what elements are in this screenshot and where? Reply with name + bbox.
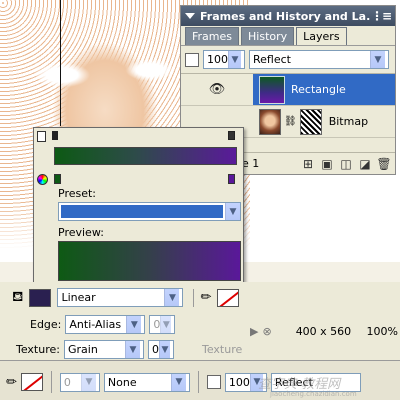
chevron-down-icon[interactable]: ▼ (160, 316, 172, 333)
divider (193, 288, 195, 307)
layer-mask-icon[interactable] (206, 375, 221, 389)
paint-bucket-icon: ⛾ (12, 288, 24, 305)
stop-icon[interactable]: ⊗ (262, 325, 271, 338)
gradient-preview (58, 241, 241, 281)
document-status-bar: ▶ ⊗ 400 x 560 100% (250, 322, 400, 340)
stroke-color-swatch[interactable] (20, 373, 43, 391)
panel-title: Frames and History and La... (200, 9, 371, 23)
preset-value (61, 205, 223, 218)
layer-selected-region[interactable]: Rectangle (253, 74, 395, 105)
layer-thumbnail (259, 108, 281, 135)
divider (197, 371, 199, 393)
preset-label: Preset: (58, 187, 97, 200)
link-icon[interactable]: ⛓ (284, 116, 297, 127)
canvas-size: 400 x 560 (295, 324, 352, 338)
chevron-down-icon[interactable]: ▼ (80, 373, 96, 391)
edge-row: Edge: Anti-Alias ▼ 0 ▼ (30, 315, 176, 334)
fill-row: ⛾ Linear ▼ ✏ (12, 288, 240, 307)
mask-icon[interactable]: ◪ (358, 157, 372, 171)
chevron-down-icon[interactable]: ▼ (225, 203, 240, 220)
canvas-guide-line (60, 0, 61, 126)
stroke-color-swatch[interactable] (217, 288, 240, 307)
blend-mode-select[interactable]: Reflect ▼ (249, 50, 389, 69)
new-layer-icon[interactable]: ▣ (320, 157, 334, 171)
eye-icon[interactable]: 👁 (181, 82, 253, 97)
edge-amount-field[interactable]: 0 ▼ (149, 315, 176, 334)
texture-amount-value: 0 (151, 343, 159, 356)
color-stop-icon[interactable] (54, 174, 61, 184)
texture-value: Grain (67, 343, 98, 356)
stroke-type-select[interactable]: None ▼ (103, 372, 190, 392)
pencil-icon: ✏ (6, 374, 17, 390)
edge-amount-value: 0 (153, 318, 161, 331)
layer-name: Rectangle (291, 83, 346, 96)
tab-frames[interactable]: Frames (185, 27, 240, 45)
color-stop-icon[interactable] (228, 174, 235, 184)
stroke-texture-label: Texture (201, 343, 243, 356)
tab-layers[interactable]: Layers (296, 27, 347, 45)
trash-icon[interactable]: 🗑 (376, 157, 391, 171)
gradient-ramp[interactable] (54, 147, 237, 165)
color-stop-left-icon[interactable] (37, 131, 46, 142)
stroke-size-value: 0 (63, 375, 71, 389)
play-icon[interactable]: ▶ (250, 325, 258, 338)
layer-name: Bitmap (328, 115, 369, 128)
stroke-size-field[interactable]: 0 ▼ (59, 372, 100, 392)
panel-options-icon[interactable]: ⋮≡ (371, 9, 392, 23)
new-sublayer-icon[interactable]: ⊞ (301, 157, 315, 171)
layer-opacity-field[interactable]: 100 ▼ (203, 50, 245, 69)
watermark-url: jiaocheng.chazidian.com (270, 390, 357, 398)
layer-options-row: 100 ▼ Reflect ▼ (181, 46, 395, 74)
chevron-down-icon[interactable]: ▼ (158, 341, 170, 358)
stroke-type-value: None (107, 375, 137, 389)
chevron-down-icon[interactable]: ▼ (370, 51, 385, 68)
opacity-stop-icon[interactable] (52, 131, 58, 140)
fill-type-select[interactable]: Linear ▼ (57, 288, 184, 307)
edge-select[interactable]: Anti-Alias ▼ (65, 315, 146, 334)
chevron-down-icon[interactable]: ▼ (126, 316, 142, 333)
layer-mask-icon[interactable] (185, 52, 199, 67)
duplicate-layer-icon[interactable]: ◫ (339, 157, 353, 171)
collapse-triangle-icon[interactable] (185, 13, 195, 19)
texture-label: Texture: (16, 343, 60, 356)
panel-tabs: Frames History Layers (181, 26, 395, 46)
opacity-value: 100 (228, 375, 250, 389)
properties-panel: ⛾ Linear ▼ ✏ Edge: Anti-Alias ▼ 0 ▼ Text… (0, 282, 400, 360)
gradient-editor-popup: Preset: ▼ Preview: (33, 127, 244, 287)
layer-row-rectangle[interactable]: 👁 Rectangle (181, 74, 395, 106)
tab-history[interactable]: History (241, 27, 295, 45)
preview-label: Preview: (58, 226, 104, 239)
texture-amount-field[interactable]: 0 ▼ (147, 340, 174, 359)
layer-opacity-value: 100 (207, 53, 228, 66)
fill-type-value: Linear (61, 291, 96, 304)
chevron-down-icon[interactable]: ▼ (170, 373, 186, 391)
texture-row: Texture: Grain ▼ 0 ▼ Texture (16, 340, 242, 359)
zoom-level: 100% (366, 324, 398, 338)
edge-value: Anti-Alias (69, 318, 122, 331)
chevron-down-icon[interactable]: ▼ (228, 51, 241, 68)
opacity-stop-icon[interactable] (228, 131, 235, 140)
color-wheel-icon[interactable] (37, 174, 48, 185)
chevron-down-icon[interactable]: ▼ (124, 341, 140, 358)
layer-thumbnail (259, 75, 285, 104)
panel-titlebar[interactable]: Frames and History and La... ⋮≡ (181, 6, 395, 26)
mask-thumbnail (299, 108, 322, 135)
chevron-down-icon[interactable]: ▼ (164, 289, 180, 306)
pencil-icon: ✏ (200, 290, 212, 305)
divider (50, 371, 52, 393)
fill-color-swatch[interactable] (29, 288, 52, 307)
preset-select[interactable]: ▼ (58, 202, 241, 221)
layer-content: ⛓ Bitmap (253, 108, 369, 135)
texture-select[interactable]: Grain ▼ (63, 340, 144, 359)
blend-mode-value: Reflect (253, 53, 291, 66)
edge-label: Edge: (30, 318, 62, 331)
